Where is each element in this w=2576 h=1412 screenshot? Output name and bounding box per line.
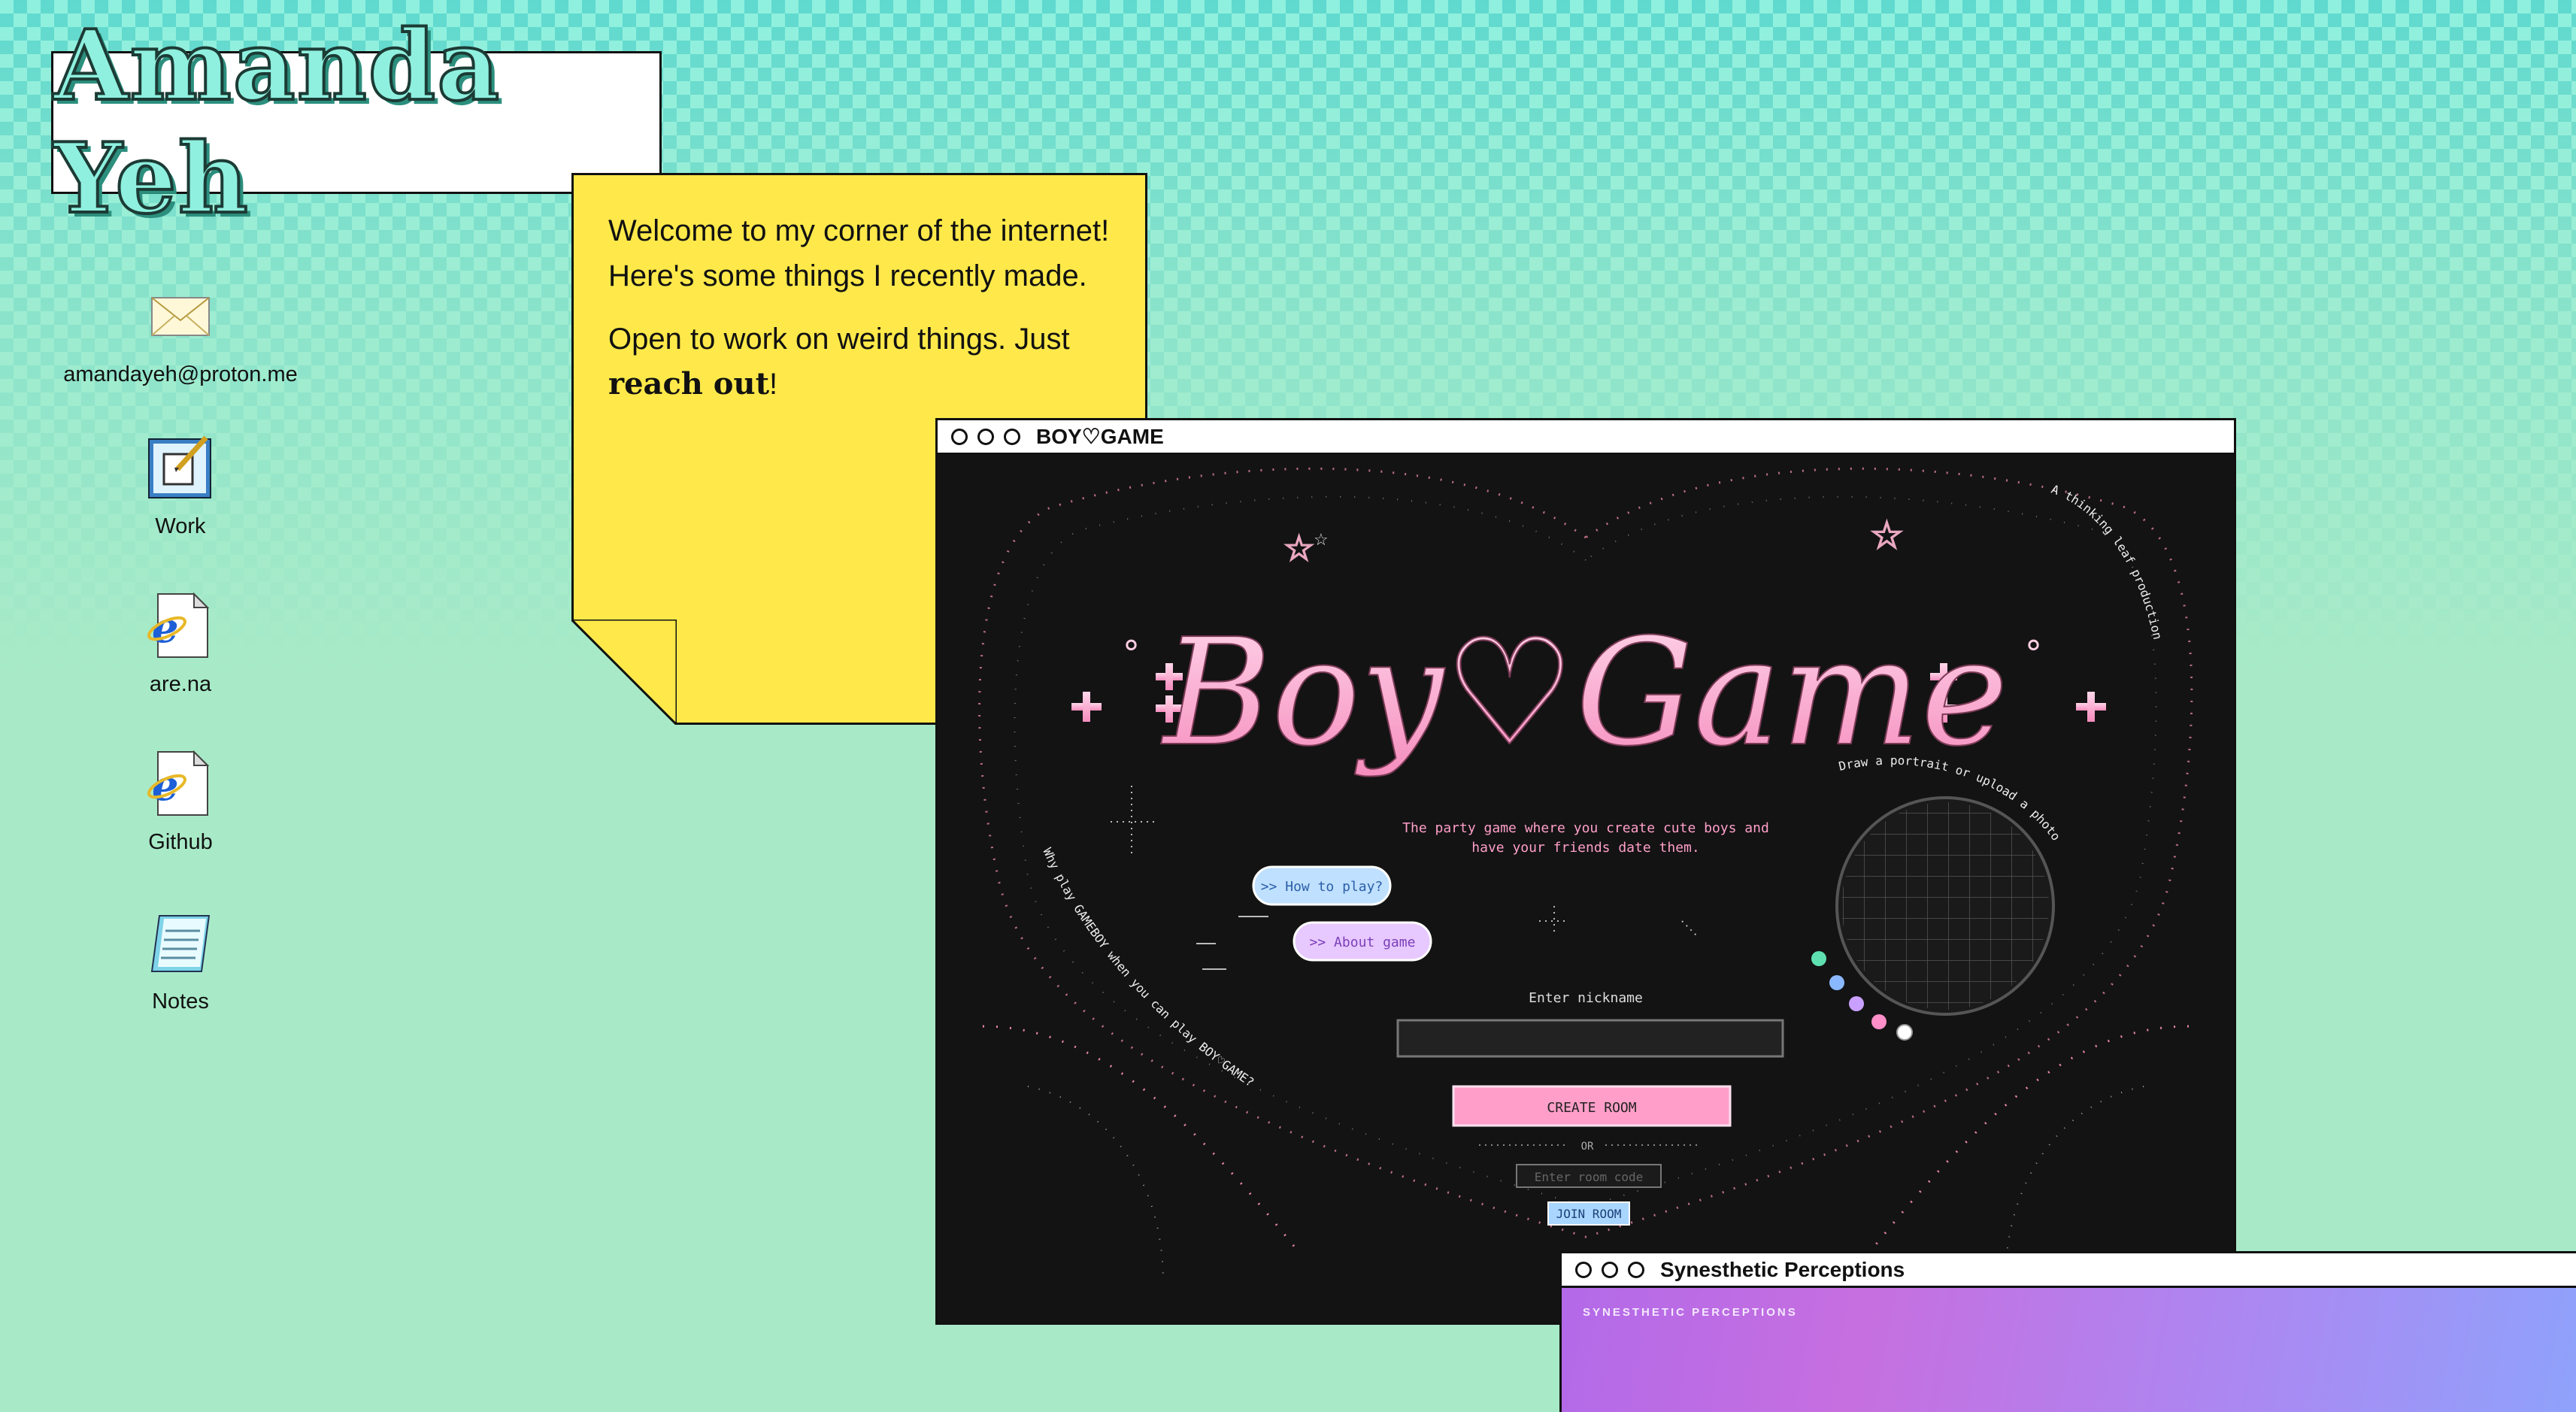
boy-game-logo: Boy♡Game <box>1161 608 2008 779</box>
star-swirl-left-2 <box>1027 1086 1164 1283</box>
work-line-prefix: Open to work on weird things. Just <box>608 323 1070 356</box>
star-swirl-right <box>1868 1025 2190 1253</box>
internet-explorer-icon: e <box>147 750 210 816</box>
join-room-button[interactable]: JOIN ROOM <box>1547 1201 1630 1226</box>
icon-label: Work <box>155 514 206 538</box>
mail-envelope-icon <box>151 297 210 336</box>
how-to-play-button[interactable]: >> How to play? <box>1252 865 1392 906</box>
or-divider-label: OR <box>1581 1141 1594 1153</box>
window-title: Synesthetic Perceptions <box>1660 1257 1905 1281</box>
join-room-label: JOIN ROOM <box>1556 1207 1622 1221</box>
palette-color-green[interactable] <box>1811 951 1826 966</box>
window-maximize-button[interactable] <box>1004 428 1020 445</box>
window-titlebar[interactable]: BOY♡GAME <box>938 420 2234 455</box>
welcome-line-2: Here's some things I recently made. <box>608 259 1087 292</box>
window-minimize-button[interactable] <box>1602 1261 1618 1278</box>
desktop-icon-email[interactable]: amandayeh@proton.me <box>45 280 316 387</box>
notepad-icon <box>150 915 211 972</box>
icon-label: Notes <box>152 989 209 1014</box>
room-code-placeholder: Enter room code <box>1535 1170 1644 1184</box>
boy-game-content: ☆ ☆ ☆ ° ° ° Boy♡Game The party game wher… <box>938 455 2234 1323</box>
desktop-icon-notes[interactable]: Notes <box>45 907 316 1014</box>
window-title: BOY♡GAME <box>1036 425 1164 448</box>
synesthetic-window[interactable]: Synesthetic Perceptions SYNESTHETIC PERC… <box>1559 1251 2576 1412</box>
logo-ring-right: ° <box>2025 633 2042 674</box>
internet-explorer-icon: e <box>147 592 210 658</box>
window-minimize-button[interactable] <box>977 428 994 445</box>
create-room-button[interactable]: CREATE ROOM <box>1452 1085 1732 1127</box>
tagline-line-1: The party game where you create cute boy… <box>1402 820 1769 836</box>
tagline-line-2: have your friends date them. <box>1471 840 1699 856</box>
boy-game-scene: ☆ ☆ ☆ ° ° ° Boy♡Game The party game wher… <box>978 467 2193 1283</box>
window-close-button[interactable] <box>951 428 968 445</box>
create-room-label: CREATE ROOM <box>1547 1100 1636 1116</box>
palette-color-blue[interactable] <box>1829 975 1844 990</box>
site-title: Amanda Yeh <box>52 8 502 237</box>
synesthetic-banner: SYNESTHETIC PERCEPTIONS <box>1583 1306 1798 1319</box>
boy-game-window[interactable]: BOY♡GAME ☆ ☆ ☆ ° ° Boy♡Game The party ga… <box>935 418 2236 1325</box>
desktop-icon-github[interactable]: e Github <box>45 747 316 855</box>
why-play-text: Why play GAMEBOY when you can play BOY♡G… <box>1040 846 1256 1089</box>
synesthetic-content: SYNESTHETIC PERCEPTIONS <box>1562 1288 2576 1412</box>
desktop-icon-work[interactable]: Work <box>45 432 316 539</box>
production-credit-text: A thinking leaf production <box>2050 482 2165 641</box>
work-text: Open to work on weird things. Just reach… <box>608 317 1111 407</box>
portrait-canvas[interactable] <box>1841 802 2049 1010</box>
icon-label: are.na <box>149 672 212 696</box>
reach-out-link[interactable]: reach out <box>608 366 769 401</box>
site-title-plate: Amanda Yeh <box>51 8 662 237</box>
about-game-label: >> About game <box>1310 935 1416 950</box>
svg-text:☆: ☆ <box>1283 529 1314 568</box>
window-maximize-button[interactable] <box>1628 1261 1644 1278</box>
sticky-fold-corner <box>571 620 677 725</box>
desktop-icon-arena[interactable]: e are.na <box>45 589 316 697</box>
icon-label: amandayeh@proton.me <box>63 362 298 386</box>
svg-text:☆: ☆ <box>1314 530 1329 549</box>
notepad-edit-icon <box>148 435 211 498</box>
welcome-line-1: Welcome to my corner of the internet! <box>608 214 1110 247</box>
svg-text:☆: ☆ <box>1870 514 1904 556</box>
palette-color-purple[interactable] <box>1849 996 1864 1011</box>
work-line-suffix: ! <box>769 368 778 401</box>
about-game-button[interactable]: >> About game <box>1293 921 1432 962</box>
nickname-input[interactable] <box>1396 1019 1784 1058</box>
icon-label: Github <box>148 830 213 854</box>
window-close-button[interactable] <box>1575 1261 1592 1278</box>
welcome-text: Welcome to my corner of the internet! He… <box>608 208 1111 298</box>
enter-nickname-label: Enter nickname <box>1529 990 1643 1006</box>
logo-ring-left: ° <box>1123 633 1140 674</box>
palette-color-white[interactable] <box>1896 1024 1913 1041</box>
window-titlebar[interactable]: Synesthetic Perceptions <box>1562 1253 2576 1288</box>
star-swirl-left <box>982 1025 1300 1253</box>
palette-color-pink[interactable] <box>1871 1014 1887 1029</box>
how-to-play-label: >> How to play? <box>1261 879 1383 895</box>
